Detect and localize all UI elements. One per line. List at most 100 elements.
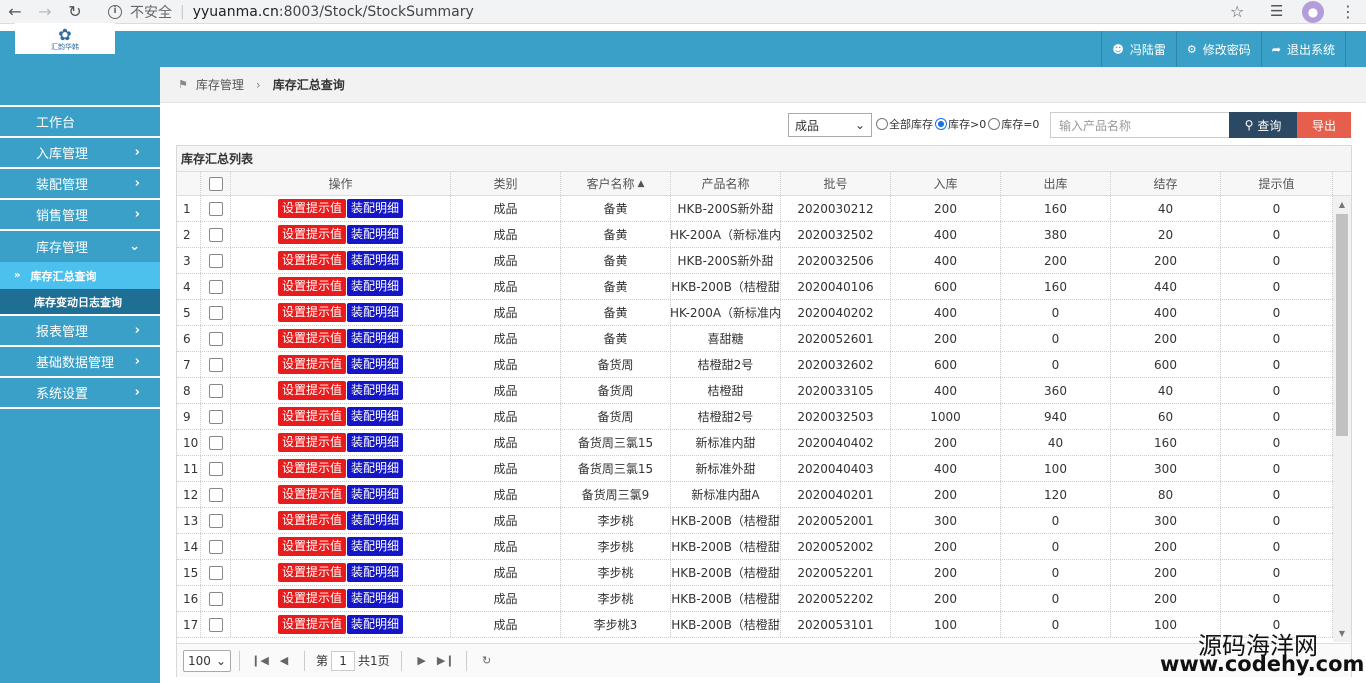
- refresh-icon[interactable]: ↻: [475, 654, 499, 667]
- last-page-icon[interactable]: ▶❙: [434, 654, 458, 667]
- table-row[interactable]: 7 设置提示值 装配明细 成品 备货周 桔橙甜2号 2020032602 600 0 600 0: [177, 352, 1333, 378]
- table-row[interactable]: 5 设置提示值 装配明细 成品 备黄 HK-200A（新标准内 2020040202 400 0…: [177, 300, 1333, 326]
- set-tip-value-button[interactable]: 设置提示值: [277, 589, 346, 608]
- set-tip-value-button[interactable]: 设置提示值: [277, 329, 346, 348]
- set-tip-value-button[interactable]: 设置提示值: [277, 511, 346, 530]
- row-checkbox[interactable]: [208, 461, 223, 476]
- table-row[interactable]: 12 设置提示值 装配明细 成品 备货周三氯9 新标准内甜A 2020040201 200 12…: [177, 482, 1333, 508]
- address-bar[interactable]: i 不安全 | yyuanma.cn:8003/Stock/StockSumma…: [108, 0, 1258, 23]
- row-checkbox[interactable]: [208, 565, 223, 580]
- product-search-input[interactable]: 输入产品名称: [1050, 112, 1230, 138]
- row-checkbox[interactable]: [208, 305, 223, 320]
- assembly-detail-button[interactable]: 装配明细: [347, 485, 404, 504]
- media-queue-icon[interactable]: ☰: [1270, 2, 1283, 20]
- browser-menu-icon[interactable]: ⋮: [1340, 2, 1356, 21]
- set-tip-value-button[interactable]: 设置提示值: [277, 563, 346, 582]
- sidebar-item-sales[interactable]: 销售管理 ›: [0, 200, 160, 231]
- table-row[interactable]: 2 设置提示值 装配明细 成品 备黄 HK-200A（新标准内 2020032502 400 3…: [177, 222, 1333, 248]
- scroll-down-icon[interactable]: ▼: [1333, 625, 1351, 642]
- bookmark-star-icon[interactable]: ☆: [1230, 2, 1244, 21]
- profile-avatar[interactable]: ●: [1302, 1, 1324, 23]
- sidebar-item-workbench[interactable]: 工作台: [0, 107, 160, 138]
- set-tip-value-button[interactable]: 设置提示值: [277, 485, 346, 504]
- sidebar-subitem-stock-log[interactable]: 库存变动日志查询: [0, 289, 160, 316]
- header-inbound[interactable]: 入库: [891, 172, 1001, 195]
- next-page-icon[interactable]: ▶: [410, 654, 434, 667]
- assembly-detail-button[interactable]: 装配明细: [347, 433, 404, 452]
- row-checkbox[interactable]: [208, 617, 223, 632]
- assembly-detail-button[interactable]: 装配明细: [347, 277, 404, 296]
- radio-all-stock[interactable]: [876, 118, 888, 130]
- assembly-detail-button[interactable]: 装配明细: [347, 199, 404, 218]
- table-row[interactable]: 9 设置提示值 装配明细 成品 备货周 桔橙甜2号 2020032503 1000 940 60 0: [177, 404, 1333, 430]
- set-tip-value-button[interactable]: 设置提示值: [277, 433, 346, 452]
- set-tip-value-button[interactable]: 设置提示值: [277, 355, 346, 374]
- header-customer[interactable]: 客户名称 ▲: [561, 172, 671, 195]
- assembly-detail-button[interactable]: 装配明细: [347, 615, 404, 634]
- row-checkbox[interactable]: [208, 409, 223, 424]
- sidebar-item-inbound[interactable]: 入库管理 ›: [0, 138, 160, 169]
- breadcrumb-parent[interactable]: 库存管理: [196, 76, 244, 93]
- prev-page-icon[interactable]: ◀: [272, 654, 296, 667]
- set-tip-value-button[interactable]: 设置提示值: [277, 303, 346, 322]
- assembly-detail-button[interactable]: 装配明细: [347, 459, 404, 478]
- assembly-detail-button[interactable]: 装配明细: [347, 563, 404, 582]
- header-tip-value[interactable]: 提示值: [1221, 172, 1333, 195]
- table-row[interactable]: 17 设置提示值 装配明细 成品 李步桃3 HKB-200B（桔橙甜 2020053101 1…: [177, 612, 1333, 638]
- header-category[interactable]: 类别: [451, 172, 561, 195]
- sidebar-subitem-stock-summary[interactable]: » 库存汇总查询: [0, 262, 160, 289]
- export-button[interactable]: 导出: [1297, 112, 1351, 138]
- row-checkbox[interactable]: [208, 357, 223, 372]
- header-balance[interactable]: 结存: [1111, 172, 1221, 195]
- forward-icon[interactable]: →: [30, 0, 60, 24]
- set-tip-value-button[interactable]: 设置提示值: [277, 251, 346, 270]
- row-checkbox[interactable]: [208, 201, 223, 216]
- table-row[interactable]: 3 设置提示值 装配明细 成品 备黄 HKB-200S新外甜 2020032506 400 20…: [177, 248, 1333, 274]
- page-number-input[interactable]: 1: [331, 650, 356, 671]
- set-tip-value-button[interactable]: 设置提示值: [277, 381, 346, 400]
- assembly-detail-button[interactable]: 装配明细: [347, 329, 404, 348]
- row-checkbox[interactable]: [208, 331, 223, 346]
- row-checkbox[interactable]: [208, 279, 223, 294]
- change-password-button[interactable]: ⚙ 修改密码: [1175, 31, 1261, 67]
- assembly-detail-button[interactable]: 装配明细: [347, 303, 404, 322]
- table-row[interactable]: 8 设置提示值 装配明细 成品 备货周 桔橙甜 2020033105 400 360 40 0: [177, 378, 1333, 404]
- row-checkbox[interactable]: [208, 227, 223, 242]
- sidebar-item-reports[interactable]: 报表管理 ›: [0, 316, 160, 347]
- table-row[interactable]: 13 设置提示值 装配明细 成品 李步桃 HKB-200B（桔橙甜 2020052001 30…: [177, 508, 1333, 534]
- table-row[interactable]: 4 设置提示值 装配明细 成品 备黄 HKB-200B（桔橙甜 2020040106 600 1…: [177, 274, 1333, 300]
- select-all-checkbox[interactable]: [208, 176, 223, 191]
- table-row[interactable]: 11 设置提示值 装配明细 成品 备货周三氯15 新标准外甜 2020040403 400 10…: [177, 456, 1333, 482]
- sidebar-item-inventory[interactable]: 库存管理 ⌄: [0, 231, 160, 262]
- assembly-detail-button[interactable]: 装配明细: [347, 355, 404, 374]
- header-batch[interactable]: 批号: [781, 172, 891, 195]
- set-tip-value-button[interactable]: 设置提示值: [277, 407, 346, 426]
- row-checkbox[interactable]: [208, 513, 223, 528]
- assembly-detail-button[interactable]: 装配明细: [347, 251, 404, 270]
- assembly-detail-button[interactable]: 装配明细: [347, 511, 404, 530]
- table-row[interactable]: 6 设置提示值 装配明细 成品 备黄 喜甜糖 2020052601 200 0 200 0: [177, 326, 1333, 352]
- radio-stock-gt0[interactable]: [935, 118, 947, 130]
- row-checkbox[interactable]: [208, 253, 223, 268]
- page-size-select[interactable]: 100 ⌄: [183, 649, 231, 672]
- back-icon[interactable]: ←: [0, 0, 30, 24]
- row-checkbox[interactable]: [208, 487, 223, 502]
- row-checkbox[interactable]: [208, 383, 223, 398]
- category-select[interactable]: 成品 ⌄: [788, 113, 872, 137]
- assembly-detail-button[interactable]: 装配明细: [347, 537, 404, 556]
- assembly-detail-button[interactable]: 装配明细: [347, 225, 404, 244]
- reload-icon[interactable]: ↻: [60, 0, 90, 24]
- table-row[interactable]: 1 设置提示值 装配明细 成品 备黄 HKB-200S新外甜 2020030212 200 16…: [177, 196, 1333, 222]
- set-tip-value-button[interactable]: 设置提示值: [277, 537, 346, 556]
- header-outbound[interactable]: 出库: [1001, 172, 1111, 195]
- table-row[interactable]: 10 设置提示值 装配明细 成品 备货周三氯15 新标准内甜 2020040402 200 40…: [177, 430, 1333, 456]
- first-page-icon[interactable]: ❙◀: [248, 654, 272, 667]
- query-button[interactable]: ⚲ 查询: [1229, 112, 1297, 138]
- set-tip-value-button[interactable]: 设置提示值: [277, 277, 346, 296]
- sidebar-item-base-data[interactable]: 基础数据管理 ›: [0, 347, 160, 378]
- table-row[interactable]: 15 设置提示值 装配明细 成品 李步桃 HKB-200B（桔橙甜 2020052201 20…: [177, 560, 1333, 586]
- header-product[interactable]: 产品名称: [671, 172, 781, 195]
- set-tip-value-button[interactable]: 设置提示值: [277, 615, 346, 634]
- set-tip-value-button[interactable]: 设置提示值: [277, 459, 346, 478]
- sidebar-item-settings[interactable]: 系统设置 ›: [0, 378, 160, 409]
